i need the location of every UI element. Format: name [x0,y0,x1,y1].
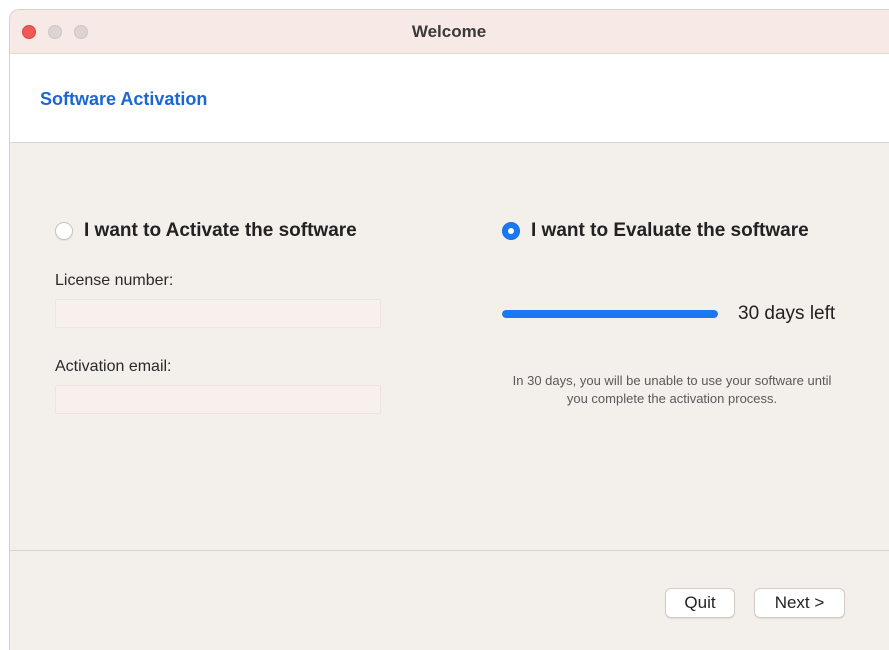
evaluation-note: In 30 days, you will be unable to use yo… [512,373,832,406]
evaluation-progress-bar [502,310,718,318]
footer-divider [10,550,889,551]
page-title: Software Activation [40,89,208,109]
activation-window: Welcome Software Activation I want to Ac… [9,9,889,650]
page-header: Software Activation [10,54,889,143]
activation-email-label: Activation email: [55,358,172,375]
quit-button[interactable]: Quit [665,588,735,618]
activation-email-input[interactable] [55,385,381,414]
license-number-label: License number: [55,272,174,289]
days-left-text: 30 days left [738,303,836,324]
evaluate-option-label[interactable]: I want to Evaluate the software [531,220,809,242]
activate-radio[interactable] [55,222,73,240]
license-number-input[interactable] [55,299,381,328]
window-title: Welcome [411,22,487,41]
evaluate-radio[interactable] [502,222,520,240]
evaluation-progress-fill [502,310,718,318]
next-button[interactable]: Next > [754,588,845,618]
title-bar: Welcome [10,10,889,54]
activate-option-label[interactable]: I want to Activate the software [84,220,357,242]
